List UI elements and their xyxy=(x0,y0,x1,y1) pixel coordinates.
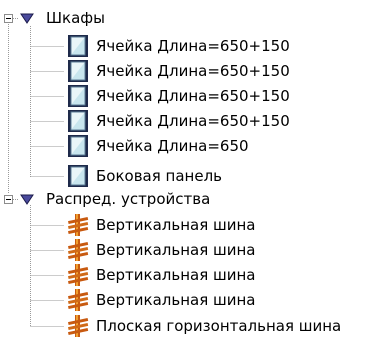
tree-item-label: Ячейка Длина=650+150 xyxy=(96,37,290,55)
cabinet-icon xyxy=(68,85,88,107)
tree-item-label: Плоская горизонтальная шина xyxy=(96,317,342,335)
tree-item-label: Боковая панель xyxy=(96,167,222,185)
cabinet-icon xyxy=(68,135,88,157)
tree-item-label: Вертикальная шина xyxy=(96,266,256,284)
tree-group-distribution[interactable]: Распред. устройства xyxy=(0,188,260,212)
triangle-down-icon xyxy=(20,13,34,24)
tree-item-label: Ячейка Длина=650 xyxy=(96,137,249,155)
busbar-icon xyxy=(68,289,89,311)
tree-view: Шкафы Ячейка Длина=650+150 Ячейка Длина=6… xyxy=(0,0,382,344)
cabinet-icon xyxy=(68,110,88,132)
tree-item[interactable]: Ячейка Длина=650+150 xyxy=(66,109,366,133)
tree-group-label: Шкафы xyxy=(46,9,105,27)
tree-item[interactable]: Ячейка Длина=650+150 xyxy=(66,34,366,58)
busbar-icon xyxy=(68,239,89,261)
tree-group-cabinets[interactable]: Шкафы xyxy=(0,7,200,31)
busbar-icon xyxy=(68,315,89,337)
cabinet-icon xyxy=(68,60,88,82)
tree-item[interactable]: Вертикальная шина xyxy=(66,213,366,237)
tree-item[interactable]: Ячейка Длина=650+150 xyxy=(66,84,366,108)
tree-item-label: Вертикальная шина xyxy=(96,241,256,259)
triangle-down-icon xyxy=(20,194,34,205)
collapse-toggle-icon[interactable] xyxy=(4,195,13,204)
tree-item[interactable]: Боковая панель xyxy=(66,164,366,188)
tree-item[interactable]: Вертикальная шина xyxy=(66,263,366,287)
cabinet-icon xyxy=(68,35,88,57)
busbar-icon xyxy=(68,214,89,236)
busbar-icon xyxy=(68,264,89,286)
collapse-toggle-icon[interactable] xyxy=(4,14,13,23)
tree-item[interactable]: Ячейка Длина=650 xyxy=(66,134,366,158)
tree-item[interactable]: Ячейка Длина=650+150 xyxy=(66,59,366,83)
tree-item-label: Вертикальная шина xyxy=(96,216,256,234)
tree-item-label: Ячейка Длина=650+150 xyxy=(96,112,290,130)
tree-item[interactable]: Плоская горизонтальная шина xyxy=(66,314,366,338)
tree-group-label: Распред. устройства xyxy=(46,190,211,208)
tree-item-label: Ячейка Длина=650+150 xyxy=(96,62,290,80)
cabinet-icon xyxy=(68,165,88,187)
tree-item-label: Ячейка Длина=650+150 xyxy=(96,87,290,105)
tree-item-label: Вертикальная шина xyxy=(96,291,256,309)
tree-item[interactable]: Вертикальная шина xyxy=(66,288,366,312)
tree-item[interactable]: Вертикальная шина xyxy=(66,238,366,262)
